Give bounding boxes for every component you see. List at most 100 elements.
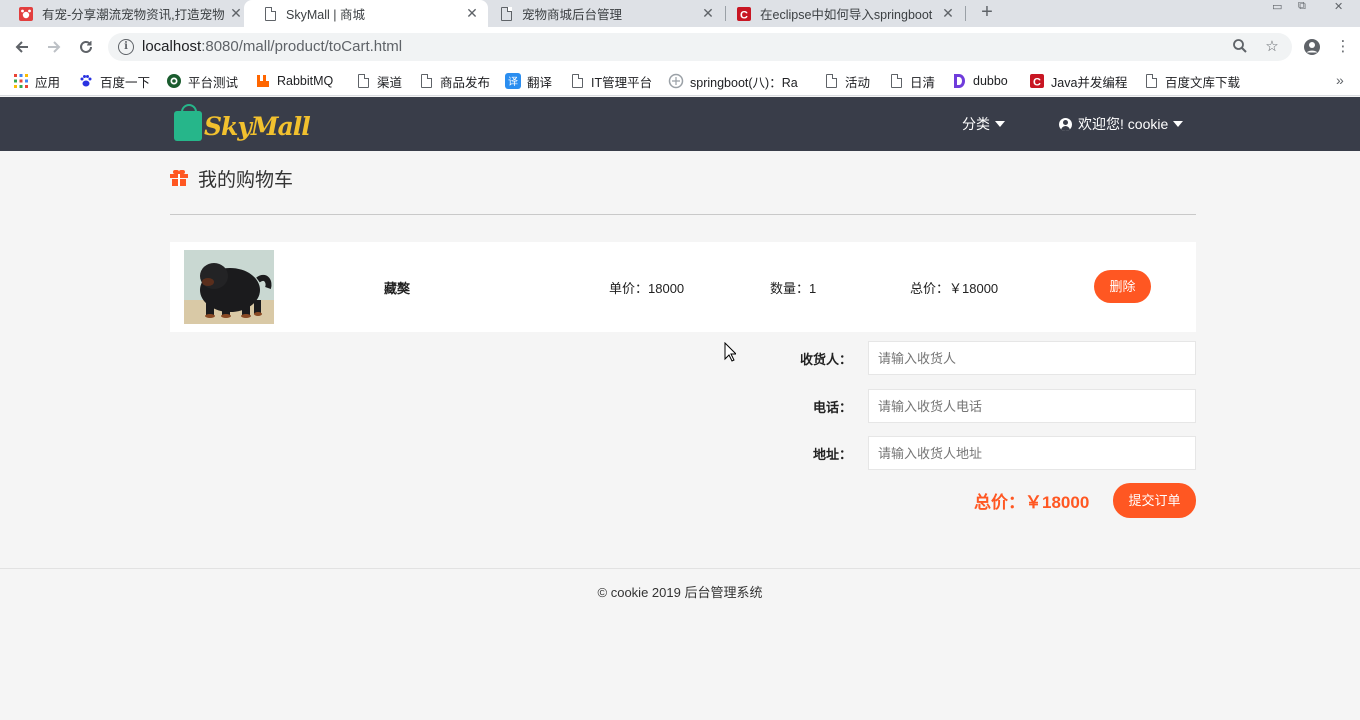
bookmark-baidu[interactable]: 百度一下 <box>78 72 150 90</box>
bookmark-label: 商品发布 <box>440 75 491 90</box>
springboot-icon <box>668 73 684 89</box>
apps-grid-icon <box>13 73 29 89</box>
tab-title: 有宠-分享潮流宠物资讯,打造宠物 <box>42 8 224 22</box>
page-favicon-icon <box>262 6 278 22</box>
user-avatar-icon <box>1059 117 1072 131</box>
bookmark-apps[interactable]: 应用 <box>13 72 60 90</box>
bookmark-label: dubbo <box>973 74 1008 88</box>
bookmark-translate[interactable]: 译 翻译 <box>505 72 552 90</box>
mouse-cursor-icon <box>724 341 738 362</box>
site-info-icon[interactable]: i <box>118 39 134 55</box>
tab-title: 在eclipse中如何导入springboot <box>760 8 933 22</box>
svg-text:C: C <box>1033 77 1041 89</box>
globe-icon <box>166 73 182 89</box>
restore-icon[interactable]: ⧉ <box>1298 0 1306 12</box>
tab-skymall[interactable]: SkyMall | 商城 ✕ <box>244 0 488 27</box>
csdn-favicon-icon: C <box>736 6 752 22</box>
bookmark-platform-test[interactable]: 平台测试 <box>166 72 238 90</box>
bookmark-label: RabbitMQ <box>277 74 334 88</box>
item-total-price: 总价：￥18000 <box>910 281 999 296</box>
bookmark-label: 百度文库下载 <box>1165 75 1241 90</box>
unit-price: 单价：18000 <box>609 281 685 296</box>
bookmark-daily-clear[interactable]: 日清 <box>888 72 935 90</box>
tab-close-icon[interactable]: ✕ <box>940 5 956 22</box>
bookmark-java-concurrency[interactable]: C Java并发编程 <box>1029 72 1127 90</box>
receiver-label: 收货人： <box>799 352 852 367</box>
bookmark-label: 活动 <box>845 75 871 90</box>
bookmark-rabbitmq[interactable]: RabbitMQ <box>255 72 333 90</box>
footer-text: © cookie 2019 后台管理系统 <box>597 585 763 600</box>
phone-label: 电话： <box>812 400 852 415</box>
url-text[interactable]: localhost:8080/mall/product/toCart.html <box>142 38 402 55</box>
order-total: 总价：￥18000 <box>974 493 1090 512</box>
tab-youchong[interactable]: 有宠-分享潮流宠物资讯,打造宠物 ✕ <box>0 0 252 27</box>
gift-icon <box>170 170 188 186</box>
footer-divider <box>0 568 1360 569</box>
title-divider <box>170 214 1196 215</box>
tab-admin[interactable]: 宠物商城后台管理 ✕ <box>480 0 724 27</box>
category-label: 分类 <box>962 116 990 132</box>
minimize-icon[interactable]: ▭ <box>1272 0 1282 13</box>
bookmark-label: 平台测试 <box>188 75 239 90</box>
bookmark-label: 日清 <box>910 75 936 90</box>
logo-text: SkyMall <box>204 111 311 141</box>
document-icon <box>355 73 371 89</box>
receiver-input[interactable] <box>868 341 1196 375</box>
document-icon <box>418 73 434 89</box>
bookmark-label: Java并发编程 <box>1051 75 1128 90</box>
cart-item-row: 藏獒 单价：18000 数量：1 总价：￥18000 删除 <box>170 242 1196 332</box>
phone-input[interactable] <box>868 389 1196 423</box>
bookmark-dubbo[interactable]: dubbo <box>951 72 1008 90</box>
shopping-bag-icon <box>174 104 202 141</box>
translate-icon: 译 <box>505 73 521 89</box>
quantity: 数量：1 <box>770 281 817 296</box>
address-label: 地址： <box>812 447 852 462</box>
bookmark-springboot[interactable]: springboot(八)：Ra <box>668 72 798 90</box>
youchong-favicon-icon <box>18 6 34 22</box>
bookmark-it-platform[interactable]: IT管理平台 <box>569 72 652 90</box>
tab-title: 宠物商城后台管理 <box>522 8 623 22</box>
tab-close-icon[interactable]: ✕ <box>700 5 716 22</box>
user-menu[interactable]: 欢迎您! cookie <box>1059 114 1184 134</box>
reload-icon[interactable] <box>74 35 98 59</box>
delete-button[interactable]: 删除 <box>1094 270 1151 303</box>
category-menu[interactable]: 分类 <box>962 114 1005 134</box>
profile-icon[interactable] <box>1303 38 1321 56</box>
bookmark-baidu-wenku[interactable]: 百度文库下载 <box>1143 72 1240 90</box>
product-name: 藏獒 <box>384 281 411 296</box>
url-host: localhost <box>142 38 202 55</box>
bookmark-label: 应用 <box>35 75 61 90</box>
close-window-icon[interactable]: ✕ <box>1334 0 1343 13</box>
bookmark-star-icon[interactable]: ☆ <box>1263 38 1281 56</box>
svg-text:译: 译 <box>508 76 518 88</box>
bookmark-activity[interactable]: 活动 <box>823 72 870 90</box>
document-icon <box>569 73 585 89</box>
bookmark-label: 渠道 <box>377 75 403 90</box>
bookmark-product-publish[interactable]: 商品发布 <box>418 72 490 90</box>
skymall-logo[interactable]: SkyMall <box>174 104 311 144</box>
csdn-icon: C <box>1029 73 1045 89</box>
zoom-search-icon[interactable] <box>1231 38 1249 56</box>
address-input[interactable] <box>868 436 1196 470</box>
tab-eclipse[interactable]: C 在eclipse中如何导入springboot ✕ <box>718 0 964 27</box>
bookmarks-overflow-icon[interactable]: » <box>1336 72 1344 88</box>
tab-title: SkyMall | 商城 <box>286 8 365 22</box>
tab-divider <box>965 6 966 21</box>
bookmark-channel[interactable]: 渠道 <box>355 72 402 90</box>
page-favicon-icon <box>498 6 514 22</box>
browser-menu-icon[interactable]: ⋮ <box>1334 38 1352 56</box>
url-path: :8080/mall/product/toCart.html <box>201 38 403 55</box>
new-tab-icon[interactable]: + <box>976 2 998 24</box>
page-title-text: 我的购物车 <box>198 169 294 191</box>
back-icon[interactable] <box>10 35 34 59</box>
caret-down-icon <box>1173 121 1184 127</box>
forward-icon[interactable] <box>42 35 66 59</box>
tab-close-icon[interactable]: ✕ <box>464 5 480 22</box>
product-image[interactable] <box>184 250 274 324</box>
tab-close-icon[interactable]: ✕ <box>228 5 244 22</box>
user-welcome-label: 欢迎您! cookie <box>1078 116 1169 132</box>
submit-order-button[interactable]: 提交订单 <box>1113 483 1196 518</box>
svg-text:C: C <box>740 9 748 21</box>
dubbo-icon <box>951 73 967 89</box>
document-icon <box>888 73 904 89</box>
